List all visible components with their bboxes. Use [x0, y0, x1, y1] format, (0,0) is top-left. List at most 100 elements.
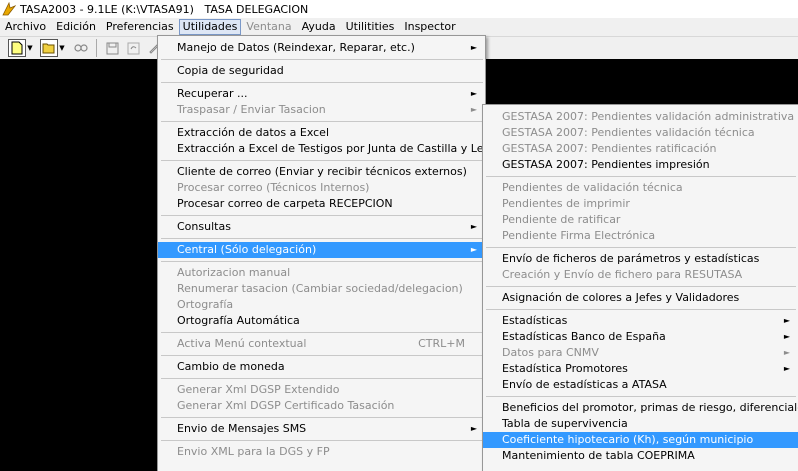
utilidades-item-autorizacion-manual[interactable]: Autorizacion manual [158, 265, 485, 281]
central-item-pendientes-de-imprimir[interactable]: Pendientes de imprimir [483, 196, 798, 212]
utilidades-item-procesar-correo-tecnicos-internos[interactable]: Procesar correo (Técnicos Internos) [158, 180, 485, 196]
menu-separator [161, 238, 483, 239]
undo-icon [127, 42, 139, 54]
save-button[interactable] [103, 39, 121, 57]
central-item-tabla-de-supervivencia[interactable]: Tabla de supervivencia [483, 416, 798, 432]
central-item-estadisticas-banco-de-espana[interactable]: Estadísticas Banco de España ► [483, 329, 798, 345]
menu-item-label: Generar Xml DGSP Extendido [177, 383, 340, 396]
utilidades-item-central-solo-delegacion[interactable]: Central (Sólo delegación) ► [158, 242, 485, 258]
save-icon [106, 42, 118, 54]
menu-separator [161, 440, 483, 441]
utilidades-item-generar-xml-dgsp-extendido[interactable]: Generar Xml DGSP Extendido [158, 382, 485, 398]
menu-item-label: Pendientes de validación técnica [502, 181, 683, 194]
menu-separator [161, 82, 483, 83]
new-document-dropdown-arrow[interactable]: ▼ [26, 39, 34, 57]
menu-item-label: Central (Sólo delegación) [177, 243, 317, 256]
menu-separator [486, 286, 796, 287]
menu-item-label: Ortografía Automática [177, 314, 300, 327]
central-item-gestasa-2007-pendientes-impresion[interactable]: GESTASA 2007: Pendientes impresión [483, 157, 798, 173]
new-document-icon [11, 41, 23, 55]
central-item-datos-para-cnmv[interactable]: Datos para CNMV ► [483, 345, 798, 361]
central-item-asignacion-de-colores-a-jefes-y-validado[interactable]: Asignación de colores a Jefes y Validado… [483, 290, 798, 306]
menu-item-label: Renumerar tasacion (Cambiar sociedad/del… [177, 282, 463, 295]
menu-separator [161, 355, 483, 356]
menu-item-label: Estadísticas Banco de España [502, 330, 666, 343]
utilidades-item-activa-menu-contextual[interactable]: Activa Menú contextual CTRL+M [158, 336, 485, 352]
central-item-envio-de-ficheros-de-parametros-y-estadi[interactable]: Envío de ficheros de parámetros y estadí… [483, 251, 798, 267]
find-button[interactable] [72, 39, 90, 57]
menu-item-label: Estadística Promotores [502, 362, 628, 375]
menu-separator [486, 176, 796, 177]
utilidades-item-extraccion-a-excel-de-testigos-por-junta[interactable]: Extracción a Excel de Testigos por Junta… [158, 141, 497, 157]
menu-item-label: Activa Menú contextual [177, 337, 307, 350]
menu-item-label: Pendiente Firma Electrónica [502, 229, 656, 242]
menu-inspector[interactable]: Inspector [399, 19, 460, 35]
utilidades-item-envio-xml-para-la-dgs-y-fp[interactable]: Envio XML para la DGS y FP [158, 444, 485, 460]
menu-utilidades[interactable]: Utilidades [178, 19, 242, 35]
menu-ventana[interactable]: Ventana [241, 19, 296, 35]
submenu-arrow-icon: ► [783, 316, 790, 325]
menu-item-label: Datos para CNMV [502, 346, 599, 359]
menu-item-label: GESTASA 2007: Pendientes validación admi… [502, 110, 795, 123]
central-item-pendientes-de-validacion-tecnica[interactable]: Pendientes de validación técnica [483, 180, 798, 196]
utilidades-item-generar-xml-dgsp-certificado-tasacion[interactable]: Generar Xml DGSP Certificado Tasación [158, 398, 485, 414]
utilidades-item-copia-de-seguridad[interactable]: Copia de seguridad [158, 63, 485, 79]
central-item-creacion-y-envio-de-fichero-para-resutas[interactable]: Creación y Envío de fichero para RESUTAS… [483, 267, 798, 283]
menu-item-label: Mantenimiento de tabla COEPRIMA [502, 449, 695, 462]
central-item-gestasa-2007-pendientes-ratificacion[interactable]: GESTASA 2007: Pendientes ratificación [483, 141, 798, 157]
utilidades-item-renumerar-tasacion-cambiar-sociedad-dele[interactable]: Renumerar tasacion (Cambiar sociedad/del… [158, 281, 485, 297]
utilidades-item-envio-de-mensajes-sms[interactable]: Envio de Mensajes SMS ► [158, 421, 485, 437]
menu-item-label: Envío de ficheros de parámetros y estadí… [502, 252, 760, 265]
central-item-envio-de-estadisticas-a-atasa[interactable]: Envío de estadísticas a ATASA [483, 377, 798, 393]
menu-item-label: GESTASA 2007: Pendientes validación técn… [502, 126, 755, 139]
central-item-mantenimiento-de-tabla-coeprima[interactable]: Mantenimiento de tabla COEPRIMA [483, 448, 798, 464]
menu-separator [161, 59, 483, 60]
menu-item-label: Recuperar ... [177, 87, 248, 100]
utilidades-item-cliente-de-correo-enviar-y-recibir-tecni[interactable]: Cliente de correo (Enviar y recibir técn… [158, 164, 485, 180]
menu-item-label: Ortografía [177, 298, 234, 311]
submenu-arrow-icon: ► [783, 364, 790, 373]
menu-item-label: Envio XML para la DGS y FP [177, 445, 330, 458]
utilidades-item-extraccion-de-datos-a-excel[interactable]: Extracción de datos a Excel [158, 125, 485, 141]
shortcut-label: CTRL+M [418, 337, 465, 350]
utilidades-item-ortografia-automatica[interactable]: Ortografía Automática [158, 313, 485, 329]
open-folder-button[interactable] [40, 39, 58, 57]
central-item-estadisticas[interactable]: Estadísticas ► [483, 313, 798, 329]
undo-button[interactable] [124, 39, 142, 57]
central-item-pendiente-de-ratificar[interactable]: Pendiente de ratificar [483, 212, 798, 228]
utilidades-item-ortografia[interactable]: Ortografía [158, 297, 485, 313]
menu-preferencias[interactable]: Preferencias [101, 19, 179, 35]
menu-item-label: Manejo de Datos (Reindexar, Reparar, etc… [177, 41, 415, 54]
central-item-coeficiente-hipotecario-kh-segun-municip[interactable]: Coeficiente hipotecario (Kh), según muni… [483, 432, 798, 448]
submenu-arrow-icon: ► [783, 348, 790, 357]
utilidades-item-recuperar[interactable]: Recuperar ... ► [158, 86, 485, 102]
menu-item-label: Envio de Mensajes SMS [177, 422, 307, 435]
central-item-pendiente-firma-electronica[interactable]: Pendiente Firma Electrónica [483, 228, 798, 244]
menu-item-label: Autorizacion manual [177, 266, 291, 279]
menu-separator [486, 396, 796, 397]
utilidades-item-traspasar-enviar-tasacion[interactable]: Traspasar / Enviar Tasacion ► [158, 102, 485, 118]
menu-separator [161, 261, 483, 262]
central-item-estadistica-promotores[interactable]: Estadística Promotores ► [483, 361, 798, 377]
utilidades-item-consultas[interactable]: Consultas ► [158, 219, 485, 235]
new-document-button[interactable] [8, 39, 26, 57]
menu-edicion[interactable]: Edición [51, 19, 101, 35]
utilidades-item-manejo-de-datos-reindexar-reparar-etc[interactable]: Manejo de Datos (Reindexar, Reparar, etc… [158, 40, 485, 56]
submenu-arrow-icon: ► [470, 105, 477, 114]
submenu-arrow-icon: ► [470, 89, 477, 98]
submenu-arrow-icon: ► [783, 332, 790, 341]
menu-item-label: Coeficiente hipotecario (Kh), según muni… [502, 433, 754, 446]
submenu-arrow-icon: ► [470, 43, 477, 52]
central-item-gestasa-2007-pendientes-validacion-tecni[interactable]: GESTASA 2007: Pendientes validación técn… [483, 125, 798, 141]
menu-utilitities[interactable]: Utilitities [341, 19, 400, 35]
menu-archivo[interactable]: Archivo [0, 19, 51, 35]
central-item-beneficios-del-promotor-primas-de-riesgo[interactable]: Beneficios del promotor, primas de riesg… [483, 400, 798, 416]
menu-ayuda[interactable]: Ayuda [297, 19, 341, 35]
utilidades-item-cambio-de-moneda[interactable]: Cambio de moneda [158, 359, 485, 375]
open-folder-dropdown-arrow[interactable]: ▼ [58, 39, 66, 57]
window-title: TASA2003 - 9.1LE (K:\VTASA91) TASA DELEG… [20, 2, 309, 16]
submenu-arrow-icon: ► [470, 222, 477, 231]
central-item-gestasa-2007-pendientes-validacion-admin[interactable]: GESTASA 2007: Pendientes validación admi… [483, 109, 798, 125]
utilidades-item-procesar-correo-de-carpeta-recepcion[interactable]: Procesar correo de carpeta RECEPCION [158, 196, 485, 212]
menu-item-label: Asignación de colores a Jefes y Validado… [502, 291, 740, 304]
